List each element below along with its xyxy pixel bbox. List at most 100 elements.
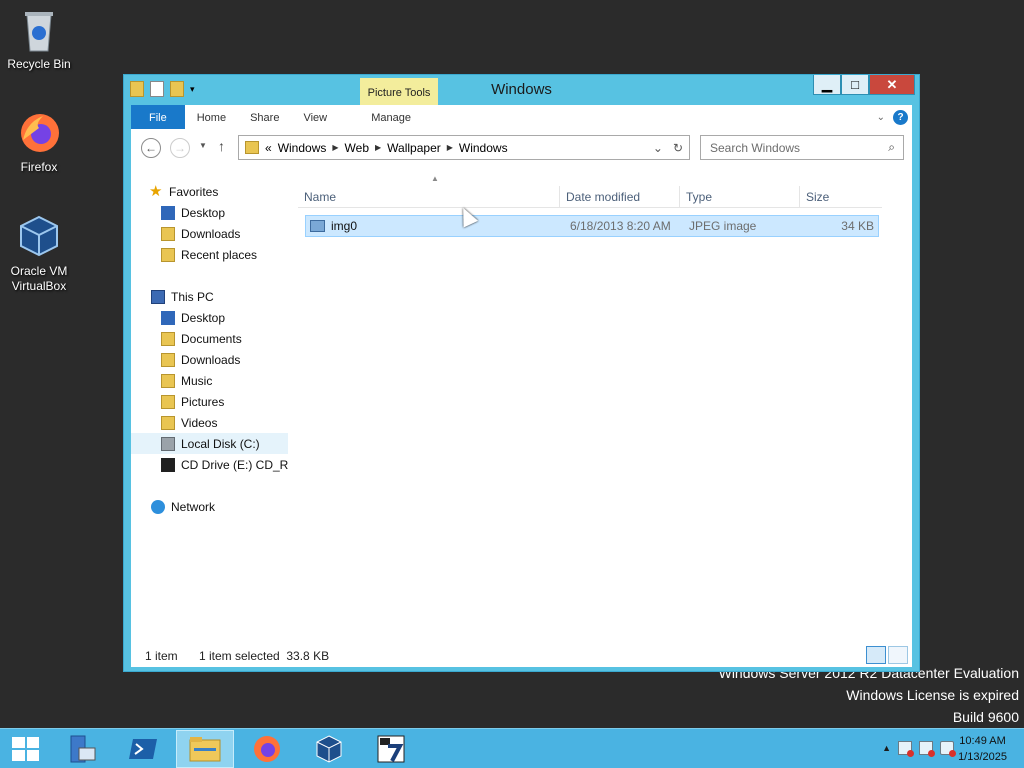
desktop-icon-recycle-bin[interactable]: Recycle Bin — [1, 7, 77, 72]
column-type[interactable]: Type — [680, 186, 800, 208]
taskbar-firefox[interactable] — [238, 730, 296, 768]
recycle-bin-icon — [17, 7, 61, 52]
file-name: img0 — [331, 219, 358, 233]
search-icon[interactable]: ⌕ — [888, 140, 895, 155]
address-overflow[interactable]: « — [265, 141, 272, 155]
taskbar-powershell[interactable] — [114, 730, 172, 768]
volume-muted-icon[interactable] — [940, 741, 956, 757]
hard-drive-icon — [161, 436, 175, 451]
breadcrumb-segment[interactable]: Wallpaper — [387, 141, 441, 155]
ribbon-tabs: File Home Share View Manage ⌄ ? — [131, 105, 912, 129]
status-item-count: 1 item — [145, 649, 178, 663]
network-status-icon[interactable] — [919, 741, 935, 757]
nav-label: Music — [181, 373, 213, 388]
downloads-folder-icon — [161, 352, 175, 367]
recent-places-icon — [161, 247, 175, 262]
taskbar-file-explorer[interactable] — [176, 730, 234, 768]
details-view-icon[interactable] — [866, 646, 886, 664]
nav-network[interactable]: Network — [131, 496, 288, 517]
action-center-icon[interactable] — [898, 741, 914, 757]
column-date-modified[interactable]: Date modified — [560, 186, 680, 208]
virtualbox-icon — [17, 214, 61, 258]
navigation-pane: ★ Favorites Desktop Downloads Recent pla… — [131, 173, 291, 653]
address-dropdown-icon[interactable]: ⌄ — [653, 141, 663, 155]
breadcrumb-segment[interactable]: Windows — [278, 141, 327, 155]
nav-item-desktop[interactable]: Desktop — [131, 202, 288, 223]
powershell-icon — [129, 739, 157, 759]
refresh-icon[interactable]: ↻ — [673, 141, 683, 155]
nav-label: Desktop — [181, 205, 226, 220]
desktop-icon — [161, 205, 175, 220]
column-size[interactable]: Size — [800, 186, 882, 208]
breadcrumb-segment[interactable]: Windows — [459, 141, 508, 155]
taskbar-server-manager[interactable] — [52, 730, 110, 768]
taskbar-7zip[interactable] — [362, 730, 420, 768]
large-icons-view-icon[interactable] — [888, 646, 908, 664]
search-input[interactable]: Search Windows ⌕ — [700, 135, 904, 160]
recent-locations-icon[interactable]: ▼ — [199, 141, 207, 150]
cd-drive-icon — [161, 457, 175, 472]
desktop-icon-label: Firefox — [20, 160, 58, 174]
nav-item-music[interactable]: Music — [131, 370, 288, 391]
back-button[interactable]: ← — [141, 138, 161, 158]
nav-label: Local Disk (C:) — [181, 436, 260, 451]
address-bar[interactable]: « Windows ▶ Web ▶ Wallpaper ▶ Windows ⌄ … — [238, 135, 690, 160]
nav-this-pc[interactable]: This PC — [131, 286, 288, 307]
window-controls: ▁ □ ✕ — [813, 75, 915, 95]
column-headers: Name Date modified Type Size — [298, 186, 882, 208]
desktop-icon-firefox[interactable]: Firefox — [1, 110, 77, 175]
nav-item-downloads[interactable]: Downloads — [131, 223, 288, 244]
close-button[interactable]: ✕ — [869, 75, 915, 95]
help-icon[interactable]: ? — [893, 109, 908, 125]
nav-item-recent-places[interactable]: Recent places — [131, 244, 288, 265]
taskbar-virtualbox[interactable] — [300, 730, 358, 768]
expand-ribbon-icon[interactable]: ⌄ — [877, 112, 885, 123]
minimize-button[interactable]: ▁ — [813, 75, 841, 95]
nav-label: CD Drive (E:) CD_RO — [181, 457, 288, 472]
network-icon — [151, 499, 165, 514]
nav-item-videos[interactable]: Videos — [131, 412, 288, 433]
nav-favorites[interactable]: ★ Favorites — [131, 181, 288, 202]
tab-manage[interactable]: Manage — [352, 105, 431, 129]
tab-share[interactable]: Share — [238, 105, 291, 129]
nav-label: Favorites — [169, 184, 219, 199]
nav-label: Documents — [181, 331, 242, 346]
clock-time: 10:49 AM — [959, 735, 1006, 747]
file-row[interactable]: img0 6/18/2013 8:20 AM JPEG image 34 KB — [305, 215, 879, 237]
nav-label: Downloads — [181, 352, 241, 367]
title-bar[interactable]: ▾ Picture Tools Windows ▁ □ ✕ — [124, 75, 919, 106]
taskbar-clock[interactable]: 10:49 AM 1/13/2025 — [958, 733, 1007, 765]
nav-label: This PC — [171, 289, 214, 304]
nav-item-desktop[interactable]: Desktop — [131, 307, 288, 328]
start-button[interactable] — [12, 737, 39, 761]
tab-home[interactable]: Home — [185, 105, 238, 129]
show-hidden-icons-button[interactable]: ▲ — [882, 743, 891, 753]
view-switcher — [866, 646, 908, 664]
nav-label: Videos — [181, 415, 218, 430]
forward-button[interactable]: → — [170, 138, 190, 158]
up-button[interactable]: ↑ — [218, 138, 225, 154]
file-size: 34 KB — [841, 219, 874, 233]
breadcrumb-segment[interactable]: Web — [345, 141, 369, 155]
file-date: 6/18/2013 8:20 AM — [570, 219, 671, 233]
breadcrumb-separator[interactable]: ▶ — [375, 143, 381, 152]
desktop-icon-label: Recycle Bin — [7, 57, 71, 71]
status-selection: 1 item selected 33.8 KB — [199, 649, 330, 663]
breadcrumb-separator[interactable]: ▶ — [447, 143, 453, 152]
nav-label: Downloads — [181, 226, 241, 241]
nav-item-downloads[interactable]: Downloads — [131, 349, 288, 370]
column-name[interactable]: Name — [298, 186, 560, 208]
nav-item-local-disk[interactable]: Local Disk (C:) — [131, 433, 288, 454]
jpeg-file-icon — [310, 220, 325, 232]
nav-label: Recent places — [181, 247, 258, 262]
watermark-line: Build 9600 — [952, 709, 1019, 725]
file-type: JPEG image — [689, 219, 757, 233]
tab-view[interactable]: View — [291, 105, 339, 129]
maximize-button[interactable]: □ — [841, 75, 869, 95]
nav-item-cd-drive[interactable]: CD Drive (E:) CD_RO — [131, 454, 288, 475]
tab-file[interactable]: File — [131, 105, 185, 129]
nav-item-documents[interactable]: Documents — [131, 328, 288, 349]
nav-item-pictures[interactable]: Pictures — [131, 391, 288, 412]
desktop-icon-virtualbox[interactable]: Oracle VM VirtualBox — [1, 214, 77, 294]
breadcrumb-separator[interactable]: ▶ — [332, 143, 338, 152]
